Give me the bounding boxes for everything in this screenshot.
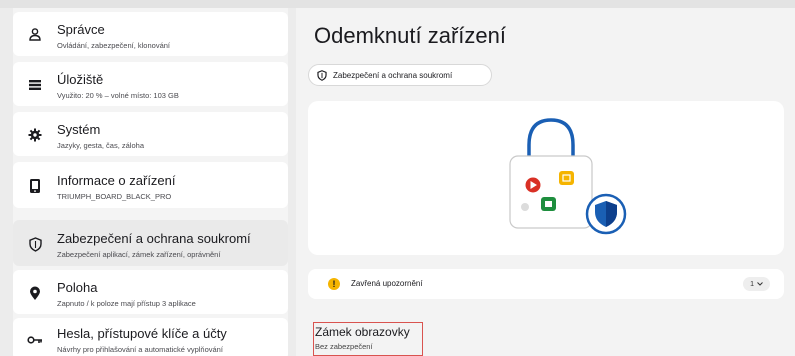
sidebar-item-informace[interactable]: Informace o zařízení TRIUMPH_BOARD_BLACK… xyxy=(13,162,288,208)
shield-icon xyxy=(317,69,327,81)
sidebar-item-title: Informace o zařízení xyxy=(57,173,176,188)
sidebar-item-title: Systém xyxy=(57,122,101,137)
breadcrumb-label: Zabezpečení a ochrana soukromí xyxy=(333,70,453,80)
sidebar-item-title: Poloha xyxy=(57,280,98,295)
sidebar-item-hesla[interactable]: Hesla, přístupové klíče a účty Návrhy pr… xyxy=(13,318,288,356)
alert-count-badge[interactable]: 1 xyxy=(743,277,770,291)
sidebar-item-poloha[interactable]: Poloha Zapnuto / k poloze mají přístup 3… xyxy=(13,270,288,314)
sidebar-item-title: Zabezpečení a ochrana soukromí xyxy=(57,231,251,246)
sidebar-item-subtitle: Návrhy pro přihlašování a automatické vy… xyxy=(57,345,223,354)
sidebar-item-title: Úložiště xyxy=(57,72,104,87)
sidebar-item-subtitle: Jazyky, gesta, čas, záloha xyxy=(57,141,144,150)
key-icon xyxy=(25,330,45,350)
sidebar-item-system[interactable]: Systém Jazyky, gesta, čas, záloha xyxy=(13,112,288,156)
sidebar-item-zabezpeceni[interactable]: Zabezpečení a ochrana soukromí Zabezpeče… xyxy=(13,220,288,266)
settings-sidebar: Správce Ovládání, zabezpečení, klonování… xyxy=(13,8,288,356)
sidebar-item-subtitle: Ovládání, zabezpečení, klonování xyxy=(57,41,170,50)
alert-label: Zavřená upozornění xyxy=(351,279,423,288)
storage-icon xyxy=(25,75,45,95)
sidebar-item-subtitle: Zapnuto / k poloze mají přístup 3 aplika… xyxy=(57,299,196,308)
alert-count: 1 xyxy=(750,280,754,288)
sidebar-item-uloziste[interactable]: Úložiště Využito: 20 % – volné místo: 10… xyxy=(13,62,288,106)
sidebar-item-title: Hesla, přístupové klíče a účty xyxy=(57,326,227,341)
sidebar-item-spravce[interactable]: Správce Ovládání, zabezpečení, klonování xyxy=(13,12,288,56)
main-panel: Odemknutí zařízení Zabezpečení a ochrana… xyxy=(296,8,795,356)
person-icon xyxy=(25,24,45,44)
warning-icon: ! xyxy=(328,278,340,290)
chevron-down-icon xyxy=(757,282,763,286)
padlock-illustration xyxy=(509,118,627,235)
breadcrumb-chip[interactable]: Zabezpečení a ochrana soukromí xyxy=(308,64,492,86)
sidebar-item-subtitle: Zabezpečení aplikací, zámek zařízení, op… xyxy=(57,250,221,259)
top-strip xyxy=(0,0,795,8)
screen-lock-status: Bez zabezpečení xyxy=(315,342,373,351)
sidebar-item-subtitle: Využito: 20 % – volné místo: 103 GB xyxy=(57,91,179,100)
security-illustration xyxy=(308,101,784,255)
device-icon xyxy=(25,176,45,196)
page-title: Odemknutí zařízení xyxy=(314,23,506,48)
location-pin-icon xyxy=(25,283,45,303)
sidebar-item-title: Správce xyxy=(57,22,105,37)
dismissed-alerts-row[interactable]: ! Zavřená upozornění 1 xyxy=(308,269,784,299)
screen-lock-title: Zámek obrazovky xyxy=(315,325,410,339)
sidebar-item-subtitle: TRIUMPH_BOARD_BLACK_PRO xyxy=(57,192,172,201)
shield-icon xyxy=(25,234,45,254)
gear-icon xyxy=(25,125,45,145)
screen-lock-setting[interactable]: Zámek obrazovky Bez zabezpečení xyxy=(313,322,423,356)
